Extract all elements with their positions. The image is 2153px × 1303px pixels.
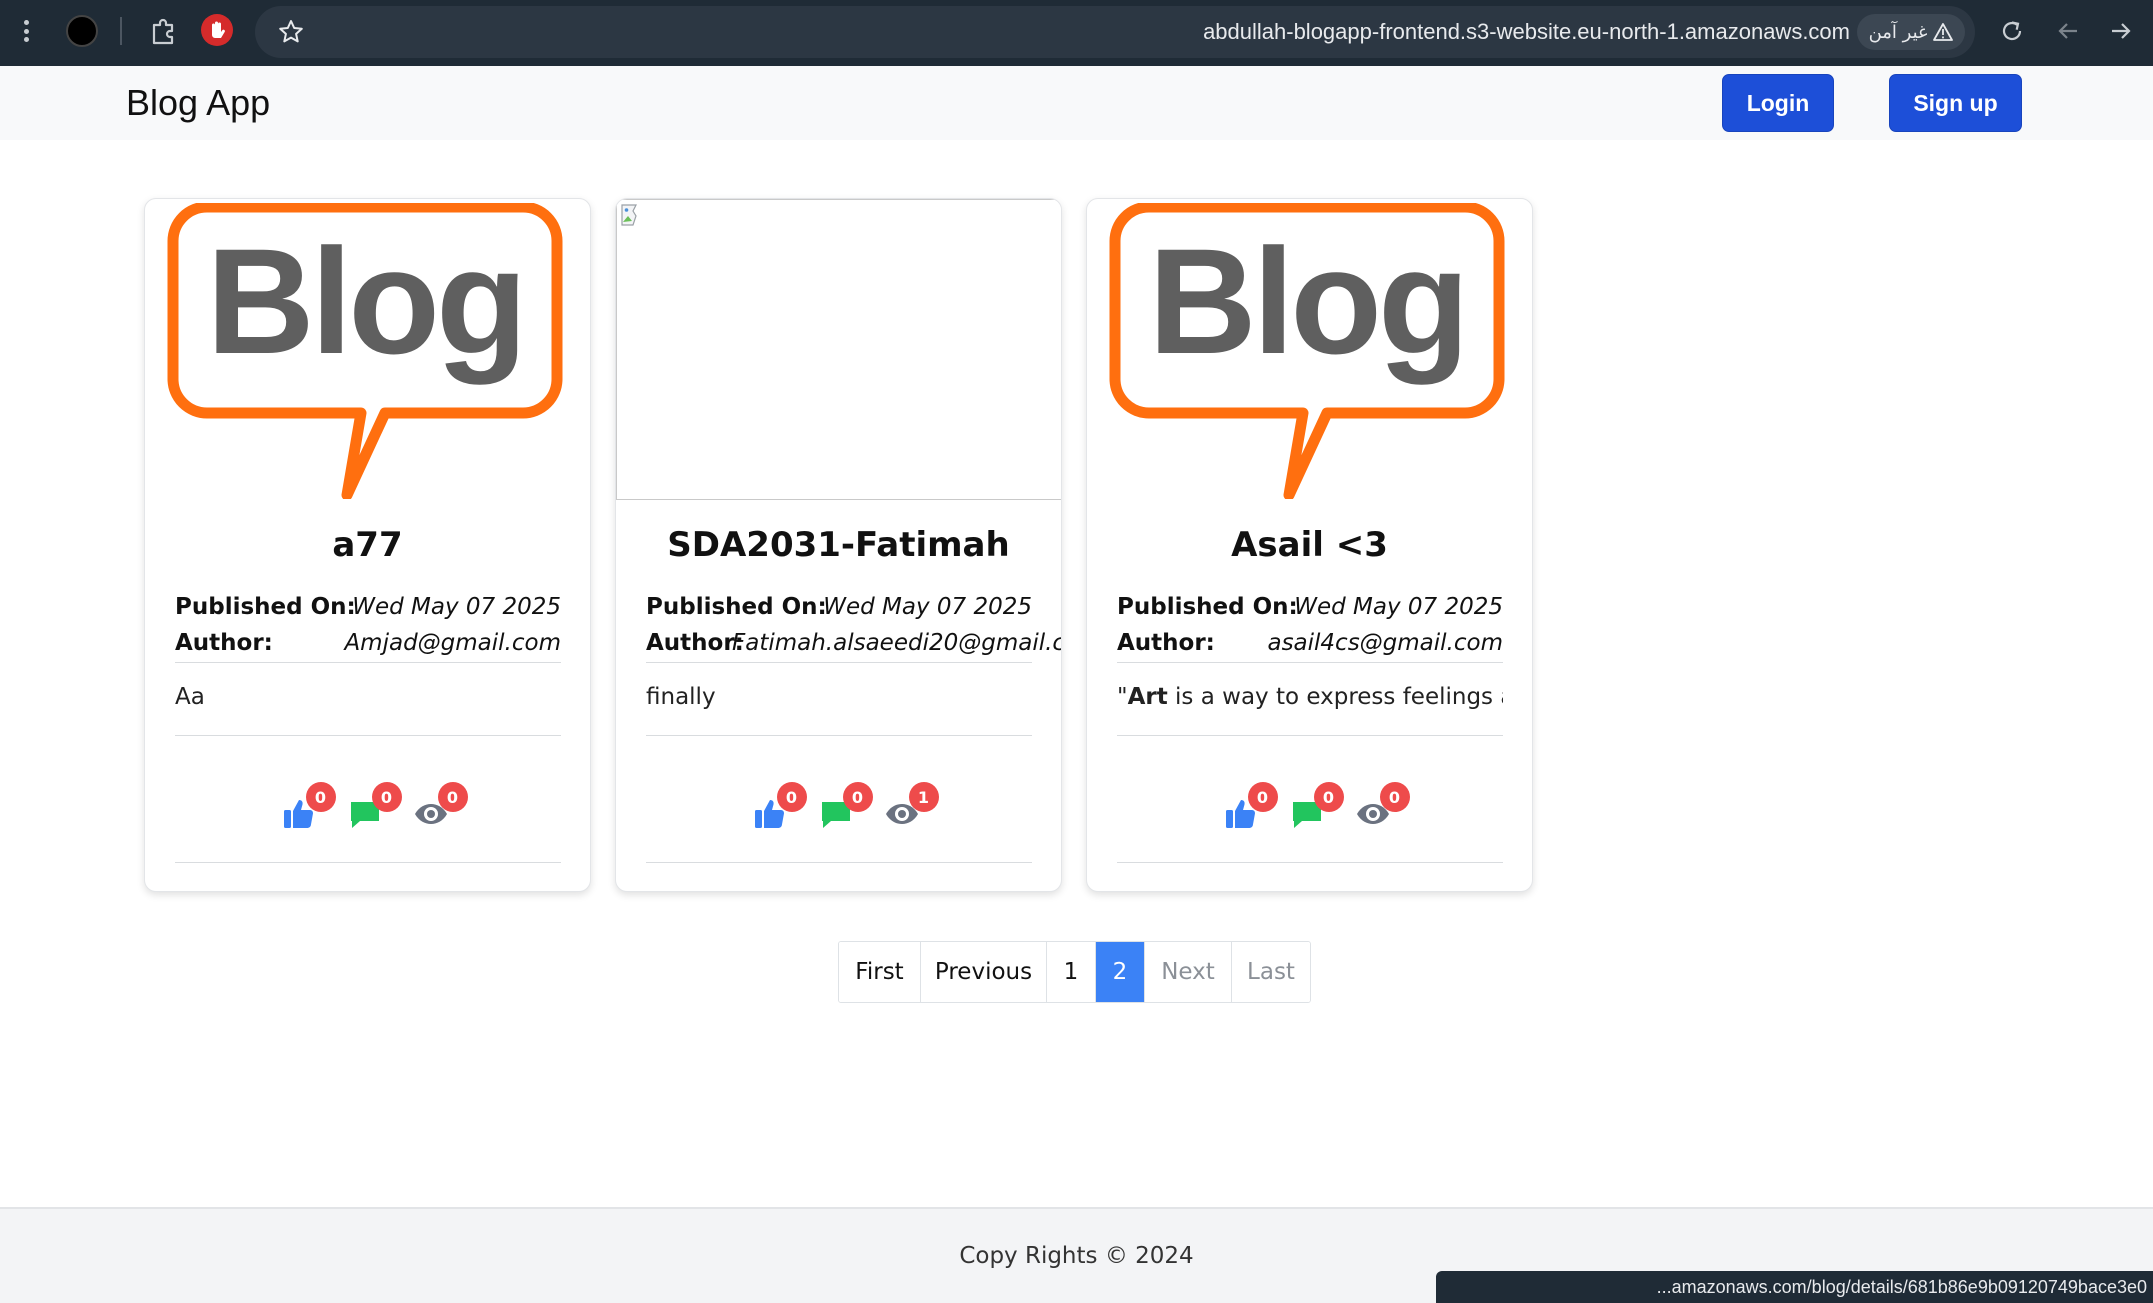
address-bar[interactable]: abdullah-blogapp-frontend.s3-website.eu-…	[255, 6, 1975, 58]
page-1-button[interactable]: 1	[1047, 942, 1096, 1002]
divider	[175, 862, 561, 863]
published-label: Published On:	[175, 594, 356, 620]
divider	[1117, 862, 1503, 863]
link-preview-status: ...amazonaws.com/blog/details/681b86e9b0…	[1436, 1271, 2153, 1303]
likes-stat[interactable]: 0	[1224, 782, 1278, 830]
comments-count-badge: 0	[371, 782, 402, 812]
author-row: Author: Fatimah.alsaeedi20@gmail.com	[646, 630, 1061, 664]
divider	[646, 662, 1032, 663]
excerpt-bold-word: Art	[1127, 684, 1168, 710]
published-date: Wed May 07 2025	[823, 594, 1032, 620]
likes-stat[interactable]: 0	[753, 782, 807, 830]
copyright-text: Copy Rights © 2024	[959, 1243, 1194, 1269]
blog-logo-image: Blog	[167, 203, 563, 499]
back-arrow-icon[interactable]	[2053, 16, 2083, 46]
pagination: First Previous 1 2 Next Last	[838, 941, 1311, 1003]
divider	[175, 662, 561, 663]
published-date: Wed May 07 2025	[1294, 594, 1503, 620]
excerpt-quote: "	[1117, 684, 1128, 710]
reload-icon[interactable]	[1998, 16, 2028, 46]
author-email: asail4cs@gmail.com	[1267, 630, 1503, 656]
post-stats: 0 0 0	[145, 782, 590, 834]
comments-stat[interactable]: 0	[348, 782, 402, 830]
profile-avatar[interactable]	[66, 15, 98, 47]
url-text[interactable]: abdullah-blogapp-frontend.s3-website.eu-…	[1203, 6, 1850, 58]
views-stat[interactable]: 0	[414, 782, 468, 830]
blog-card[interactable]: SDA2031-Fatimah Published On: Wed May 07…	[615, 198, 1062, 892]
broken-image	[616, 199, 1061, 500]
author-label: Author:	[175, 630, 273, 656]
excerpt-rest: is a way to express feelings a...	[1167, 684, 1503, 710]
app-title[interactable]: Blog App	[126, 66, 270, 140]
forward-arrow-icon[interactable]	[2106, 16, 2136, 46]
published-date: Wed May 07 2025	[352, 594, 561, 620]
divider	[1117, 735, 1503, 736]
post-title[interactable]: SDA2031-Fatimah	[616, 525, 1061, 565]
post-excerpt: finally	[646, 684, 716, 710]
published-row: Published On: Wed May 07 2025	[646, 594, 1032, 628]
page-last-button: Last	[1232, 942, 1310, 1002]
comments-stat[interactable]: 0	[819, 782, 873, 830]
divider	[1117, 662, 1503, 663]
browser-menu-icon[interactable]	[16, 14, 36, 48]
blog-card[interactable]: Blog Asail <3 Published On: Wed May 07 2…	[1086, 198, 1533, 892]
post-stats: 0 0 1	[616, 782, 1061, 834]
security-label: غير آمن	[1868, 21, 1928, 43]
published-label: Published On:	[1117, 594, 1298, 620]
page-previous-button[interactable]: Previous	[921, 942, 1047, 1002]
likes-count-badge: 0	[305, 782, 336, 812]
comments-count-badge: 0	[1313, 782, 1344, 812]
views-count-badge: 1	[908, 782, 939, 812]
post-stats: 0 0 0	[1087, 782, 1532, 834]
page-2-button[interactable]: 2	[1096, 942, 1145, 1002]
post-excerpt: "Art is a way to express feelings a...	[1117, 684, 1503, 710]
warning-triangle-icon	[1933, 23, 1954, 41]
views-stat[interactable]: 1	[885, 782, 939, 830]
comments-count-badge: 0	[842, 782, 873, 812]
comments-stat[interactable]: 0	[1290, 782, 1344, 830]
broken-image-icon	[621, 204, 637, 226]
author-row: Author: Amjad@gmail.com	[175, 630, 561, 664]
published-row: Published On: Wed May 07 2025	[175, 594, 561, 628]
adblock-hand-icon[interactable]	[201, 14, 233, 46]
published-label: Published On:	[646, 594, 827, 620]
extensions-icon[interactable]	[148, 15, 180, 47]
author-email: Amjad@gmail.com	[344, 630, 561, 656]
toolbar-divider	[120, 17, 122, 45]
login-button[interactable]: Login	[1722, 74, 1834, 132]
published-row: Published On: Wed May 07 2025	[1117, 594, 1503, 628]
bookmark-star-icon[interactable]	[277, 18, 305, 46]
svg-text:Blog: Blog	[206, 217, 523, 385]
author-label: Author:	[646, 630, 744, 656]
likes-stat[interactable]: 0	[282, 782, 336, 830]
post-excerpt: Aa	[175, 684, 205, 710]
views-count-badge: 0	[1379, 782, 1410, 812]
views-count-badge: 0	[437, 782, 468, 812]
blog-logo-image: Blog	[1109, 203, 1505, 499]
divider	[646, 735, 1032, 736]
svg-text:Blog: Blog	[1148, 217, 1465, 385]
post-title[interactable]: Asail <3	[1087, 525, 1532, 565]
divider	[646, 862, 1032, 863]
author-email: Fatimah.alsaeedi20@gmail.com	[732, 630, 1061, 656]
app-navbar: Blog App Login Sign up	[0, 66, 2153, 140]
post-title[interactable]: a77	[145, 525, 590, 565]
page-first-button[interactable]: First	[839, 942, 921, 1002]
likes-count-badge: 0	[776, 782, 807, 812]
browser-toolbar: abdullah-blogapp-frontend.s3-website.eu-…	[0, 0, 2153, 66]
signup-button[interactable]: Sign up	[1889, 74, 2022, 132]
author-row: Author: asail4cs@gmail.com	[1117, 630, 1503, 664]
page-next-button: Next	[1145, 942, 1232, 1002]
author-label: Author:	[1117, 630, 1215, 656]
blog-card[interactable]: Blog a77 Published On: Wed May 07 2025 A…	[144, 198, 591, 892]
likes-count-badge: 0	[1247, 782, 1278, 812]
views-stat[interactable]: 0	[1356, 782, 1410, 830]
divider	[175, 735, 561, 736]
site-security-chip[interactable]: غير آمن	[1857, 14, 1965, 50]
